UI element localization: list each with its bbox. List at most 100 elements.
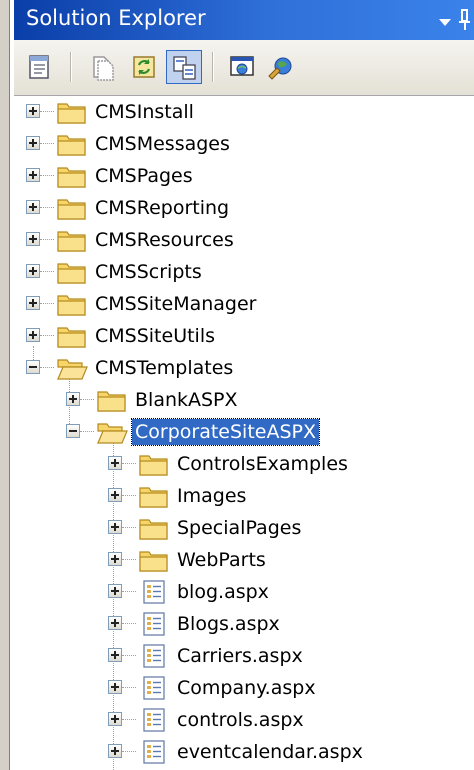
tree-connector-line <box>122 495 136 497</box>
tree-item[interactable]: CMSInstall <box>14 96 474 128</box>
tree-item[interactable]: controls.aspx <box>14 704 474 736</box>
tree-item-label[interactable]: CorporateSiteASPX <box>131 418 320 446</box>
tree-item[interactable]: CMSPages <box>14 160 474 192</box>
expand-icon[interactable] <box>26 232 40 246</box>
tree-item[interactable]: CMSSiteUtils <box>14 320 474 352</box>
tree-item[interactable]: CMSResources <box>14 224 474 256</box>
aspx-file-icon <box>138 738 170 766</box>
solution-tree[interactable]: CMSInstall CMSMessages CMSPages CMSReportin… <box>14 96 474 770</box>
expand-icon[interactable] <box>26 104 40 118</box>
tree-connector-line <box>40 207 54 209</box>
solution-explorer-toolbar <box>14 40 474 96</box>
expand-icon[interactable] <box>66 392 80 406</box>
expand-icon[interactable] <box>26 200 40 214</box>
folder-icon <box>138 514 170 542</box>
tree-item-label[interactable]: Carriers.aspx <box>174 643 306 669</box>
tree-connector-line <box>80 399 94 401</box>
tree-item-label[interactable]: CMSMessages <box>92 131 233 157</box>
tree-item-label[interactable]: controls.aspx <box>174 707 307 733</box>
properties-button[interactable] <box>22 50 58 84</box>
tree-item-label[interactable]: CMSResources <box>92 227 237 253</box>
tree-connector-line <box>122 527 136 529</box>
tree-item[interactable]: SpecialPages <box>14 512 474 544</box>
tree-item-label[interactable]: CMSTemplates <box>92 355 236 381</box>
tree-item-label[interactable]: CMSScripts <box>92 259 205 285</box>
tree-item-label[interactable]: CMSPages <box>92 163 196 189</box>
tree-item-label[interactable]: CMSReporting <box>92 195 232 221</box>
expand-icon[interactable] <box>108 616 122 630</box>
tree-item[interactable]: CMSTemplates <box>14 352 474 384</box>
tree-item-label[interactable]: blog.aspx <box>174 579 272 605</box>
collapse-icon[interactable] <box>66 424 80 438</box>
window-position-dropdown-icon[interactable] <box>438 14 452 28</box>
tree-item-label[interactable]: CMSInstall <box>92 99 197 125</box>
tree-item[interactable]: CMSScripts <box>14 256 474 288</box>
folder-open-icon <box>56 354 88 382</box>
refresh-button[interactable] <box>126 50 162 84</box>
expand-icon[interactable] <box>108 488 122 502</box>
folder-icon <box>138 546 170 574</box>
copy-website-button[interactable] <box>262 50 298 84</box>
collapse-icon[interactable] <box>26 360 40 374</box>
tree-item[interactable]: Company.aspx <box>14 672 474 704</box>
tree-item[interactable]: eventcalendar.aspx <box>14 736 474 768</box>
nest-related-files-button[interactable] <box>166 50 202 84</box>
tree-connector-line <box>122 751 136 753</box>
tree-item-label[interactable]: Company.aspx <box>174 675 319 701</box>
aspx-file-icon <box>138 578 170 606</box>
window-frame-edge <box>0 0 14 770</box>
tree-item[interactable]: Carriers.aspx <box>14 640 474 672</box>
folder-icon <box>96 386 128 414</box>
expand-icon[interactable] <box>108 584 122 598</box>
tree-item-label[interactable]: Images <box>174 483 249 509</box>
tree-item-label[interactable]: BlankASPX <box>132 387 241 413</box>
tree-connector-line <box>80 431 94 433</box>
tree-item-label[interactable]: Blogs.aspx <box>174 611 283 637</box>
show-all-files-button[interactable] <box>84 50 120 84</box>
tree-connector-line <box>122 591 136 593</box>
folder-icon <box>56 258 88 286</box>
tree-item[interactable]: BlankASPX <box>14 384 474 416</box>
tree-item-label[interactable]: WebParts <box>174 547 269 573</box>
expand-icon[interactable] <box>26 296 40 310</box>
tree-connector-line <box>40 335 54 337</box>
tree-item[interactable]: CorporateSiteASPX <box>14 416 474 448</box>
refresh-icon <box>133 56 155 78</box>
expand-icon[interactable] <box>108 744 122 758</box>
expand-icon[interactable] <box>108 552 122 566</box>
folder-icon <box>56 290 88 318</box>
tree-connector-line <box>122 719 136 721</box>
expand-icon[interactable] <box>108 680 122 694</box>
folder-icon <box>138 450 170 478</box>
tree-item[interactable]: blog.aspx <box>14 576 474 608</box>
tree-item-label[interactable]: CMSSiteUtils <box>92 323 218 349</box>
tree-item[interactable]: CMSSiteManager <box>14 288 474 320</box>
expand-icon[interactable] <box>26 328 40 342</box>
tree-item[interactable]: CMSReporting <box>14 192 474 224</box>
view-in-browser-icon <box>230 56 254 76</box>
panel-title-bar[interactable]: Solution Explorer <box>14 0 474 40</box>
expand-icon[interactable] <box>26 136 40 150</box>
auto-hide-pin-icon[interactable] <box>456 8 472 32</box>
tree-connector-line <box>40 175 54 177</box>
tree-item[interactable]: Images <box>14 480 474 512</box>
expand-icon[interactable] <box>26 264 40 278</box>
expand-icon[interactable] <box>108 520 122 534</box>
expand-icon[interactable] <box>108 456 122 470</box>
expand-icon[interactable] <box>108 648 122 662</box>
tree-item-label[interactable]: ControlsExamples <box>174 451 351 477</box>
folder-icon <box>56 322 88 350</box>
tree-item-label[interactable]: eventcalendar.aspx <box>174 739 366 765</box>
tree-item[interactable]: WebParts <box>14 544 474 576</box>
view-in-browser-button[interactable] <box>224 50 260 84</box>
folder-icon <box>56 194 88 222</box>
toolbar-separator <box>212 52 214 82</box>
expand-icon[interactable] <box>108 712 122 726</box>
tree-item-label[interactable]: SpecialPages <box>174 515 304 541</box>
tree-item-label[interactable]: CMSSiteManager <box>92 291 259 317</box>
properties-icon <box>29 55 49 79</box>
tree-item[interactable]: ControlsExamples <box>14 448 474 480</box>
expand-icon[interactable] <box>26 168 40 182</box>
tree-item[interactable]: CMSMessages <box>14 128 474 160</box>
tree-item[interactable]: Blogs.aspx <box>14 608 474 640</box>
